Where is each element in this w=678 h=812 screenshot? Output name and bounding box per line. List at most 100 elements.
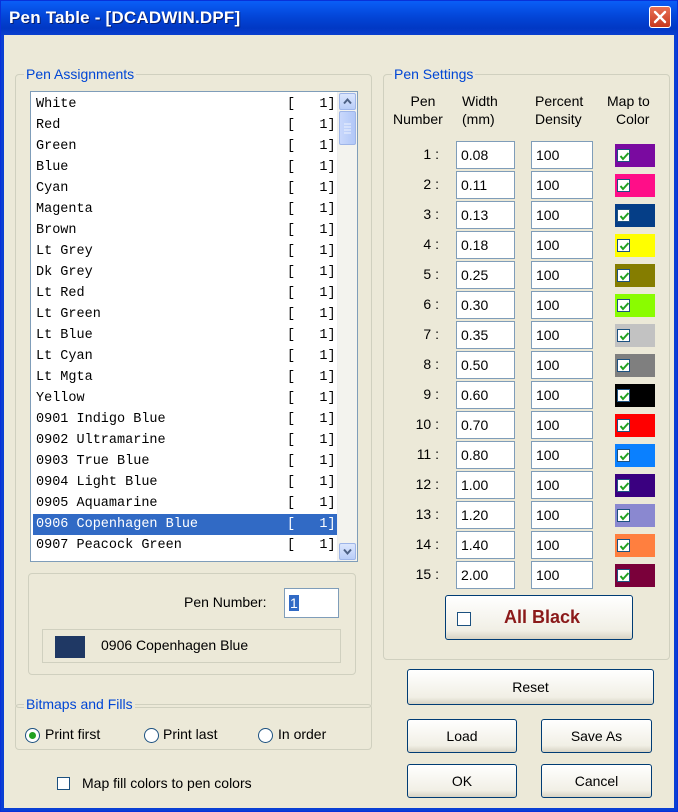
pen-number-label: Pen Number: xyxy=(184,594,267,610)
scroll-up-button[interactable] xyxy=(339,93,356,110)
list-item[interactable]: Green [ 1] xyxy=(33,136,337,157)
list-item[interactable]: Lt Green [ 1] xyxy=(33,304,337,325)
cancel-button[interactable]: Cancel xyxy=(541,764,652,798)
list-item[interactable]: 0901 Indigo Blue [ 1] xyxy=(33,409,337,430)
density-input-11[interactable]: 100 xyxy=(531,441,593,469)
list-item[interactable]: Brown [ 1] xyxy=(33,220,337,241)
map-to-color-checkbox[interactable] xyxy=(617,209,630,222)
density-input-5[interactable]: 100 xyxy=(531,261,593,289)
width-input-3[interactable]: 0.13 xyxy=(456,201,515,229)
list-item-pen: [ 1] xyxy=(287,391,336,406)
radio-print-first-label[interactable]: Print first xyxy=(45,726,100,742)
map-to-color-checkbox[interactable] xyxy=(617,539,630,552)
list-item[interactable]: Red [ 1] xyxy=(33,115,337,136)
density-input-2[interactable]: 100 xyxy=(531,171,593,199)
density-input-13[interactable]: 100 xyxy=(531,501,593,529)
width-input-9[interactable]: 0.60 xyxy=(456,381,515,409)
map-to-color-checkbox[interactable] xyxy=(617,569,630,582)
list-item[interactable]: 0902 Ultramarine [ 1] xyxy=(33,430,337,451)
reset-button[interactable]: Reset xyxy=(407,669,654,705)
list-item[interactable]: 0904 Light Blue [ 1] xyxy=(33,472,337,493)
density-input-10[interactable]: 100 xyxy=(531,411,593,439)
pen-color-swatch xyxy=(615,444,655,467)
density-input-6[interactable]: 100 xyxy=(531,291,593,319)
map-to-color-checkbox[interactable] xyxy=(617,269,630,282)
pen-color-swatch xyxy=(615,534,655,557)
list-item[interactable]: White [ 1] xyxy=(33,94,337,115)
radio-print-last-label[interactable]: Print last xyxy=(163,726,217,742)
list-item[interactable]: Lt Cyan [ 1] xyxy=(33,346,337,367)
list-item[interactable]: 0903 True Blue [ 1] xyxy=(33,451,337,472)
density-input-15[interactable]: 100 xyxy=(531,561,593,589)
close-button[interactable] xyxy=(649,6,671,28)
width-input-5[interactable]: 0.25 xyxy=(456,261,515,289)
width-input-1[interactable]: 0.08 xyxy=(456,141,515,169)
pen-color-swatch xyxy=(615,504,655,527)
density-input-9[interactable]: 100 xyxy=(531,381,593,409)
map-to-color-checkbox[interactable] xyxy=(617,509,630,522)
width-input-12[interactable]: 1.00 xyxy=(456,471,515,499)
pen-assignments-list[interactable]: 0907 Peacock Green[ 1] 0906 Copenhagen Bl… xyxy=(30,91,358,562)
window-title: Pen Table - [DCADWIN.DPF] xyxy=(9,8,241,27)
density-input-3[interactable]: 100 xyxy=(531,201,593,229)
load-button[interactable]: Load xyxy=(407,719,517,753)
scroll-thumb[interactable] xyxy=(339,111,356,145)
width-input-15[interactable]: 2.00 xyxy=(456,561,515,589)
radio-print-last[interactable] xyxy=(144,728,159,743)
width-input-2[interactable]: 0.11 xyxy=(456,171,515,199)
save-as-button[interactable]: Save As xyxy=(541,719,652,753)
map-to-color-checkbox[interactable] xyxy=(617,389,630,402)
map-to-color-checkbox[interactable] xyxy=(617,329,630,342)
map-fill-label[interactable]: Map fill colors to pen colors xyxy=(82,775,252,791)
pen-number-12: 12 : xyxy=(415,476,439,492)
density-input-4[interactable]: 100 xyxy=(531,231,593,259)
width-input-11[interactable]: 0.80 xyxy=(456,441,515,469)
pen-number-input[interactable]: 1 xyxy=(284,588,339,618)
map-fill-checkbox[interactable] xyxy=(57,777,70,790)
radio-print-first[interactable] xyxy=(25,728,40,743)
list-item[interactable]: 0906 Copenhagen Blue [ 1] xyxy=(33,514,337,535)
radio-in-order-label[interactable]: In order xyxy=(278,726,326,742)
scroll-down-button[interactable] xyxy=(339,543,356,560)
ok-button[interactable]: OK xyxy=(407,764,517,798)
map-to-color-checkbox[interactable] xyxy=(617,299,630,312)
width-input-7[interactable]: 0.35 xyxy=(456,321,515,349)
map-to-color-checkbox[interactable] xyxy=(617,179,630,192)
map-to-color-checkbox[interactable] xyxy=(617,149,630,162)
list-scrollbar[interactable] xyxy=(337,92,357,561)
list-item[interactable]: Magenta [ 1] xyxy=(33,199,337,220)
list-item-name: Lt Mgta xyxy=(36,370,93,385)
list-item-name: 0906 Copenhagen Blue xyxy=(36,517,199,532)
map-to-color-checkbox[interactable] xyxy=(617,359,630,372)
density-input-7[interactable]: 100 xyxy=(531,321,593,349)
density-input-14[interactable]: 100 xyxy=(531,531,593,559)
list-item[interactable]: Lt Mgta [ 1] xyxy=(33,367,337,388)
width-input-4[interactable]: 0.18 xyxy=(456,231,515,259)
list-item[interactable]: 0905 Aquamarine [ 1] xyxy=(33,493,337,514)
list-item[interactable]: Cyan [ 1] xyxy=(33,178,337,199)
width-input-6[interactable]: 0.30 xyxy=(456,291,515,319)
all-black-checkbox[interactable] xyxy=(457,612,471,626)
map-to-color-checkbox[interactable] xyxy=(617,479,630,492)
map-to-color-checkbox[interactable] xyxy=(617,449,630,462)
list-item-pen: [ 1] xyxy=(287,160,336,175)
list-item[interactable]: 0907 Peacock Green [ 1] xyxy=(33,535,337,556)
radio-in-order[interactable] xyxy=(258,728,273,743)
list-item[interactable]: Dk Grey [ 1] xyxy=(33,262,337,283)
width-input-14[interactable]: 1.40 xyxy=(456,531,515,559)
list-item[interactable]: Lt Red [ 1] xyxy=(33,283,337,304)
list-item[interactable]: Blue [ 1] xyxy=(33,157,337,178)
density-input-8[interactable]: 100 xyxy=(531,351,593,379)
width-input-13[interactable]: 1.20 xyxy=(456,501,515,529)
list-item[interactable]: Lt Grey [ 1] xyxy=(33,241,337,262)
all-black-button[interactable]: All Black xyxy=(445,595,633,640)
pen-color-swatch xyxy=(615,204,655,227)
width-input-8[interactable]: 0.50 xyxy=(456,351,515,379)
list-item[interactable]: Lt Blue [ 1] xyxy=(33,325,337,346)
map-to-color-checkbox[interactable] xyxy=(617,419,630,432)
density-input-12[interactable]: 100 xyxy=(531,471,593,499)
map-to-color-checkbox[interactable] xyxy=(617,239,630,252)
list-item[interactable]: Yellow [ 1] xyxy=(33,388,337,409)
density-input-1[interactable]: 100 xyxy=(531,141,593,169)
width-input-10[interactable]: 0.70 xyxy=(456,411,515,439)
